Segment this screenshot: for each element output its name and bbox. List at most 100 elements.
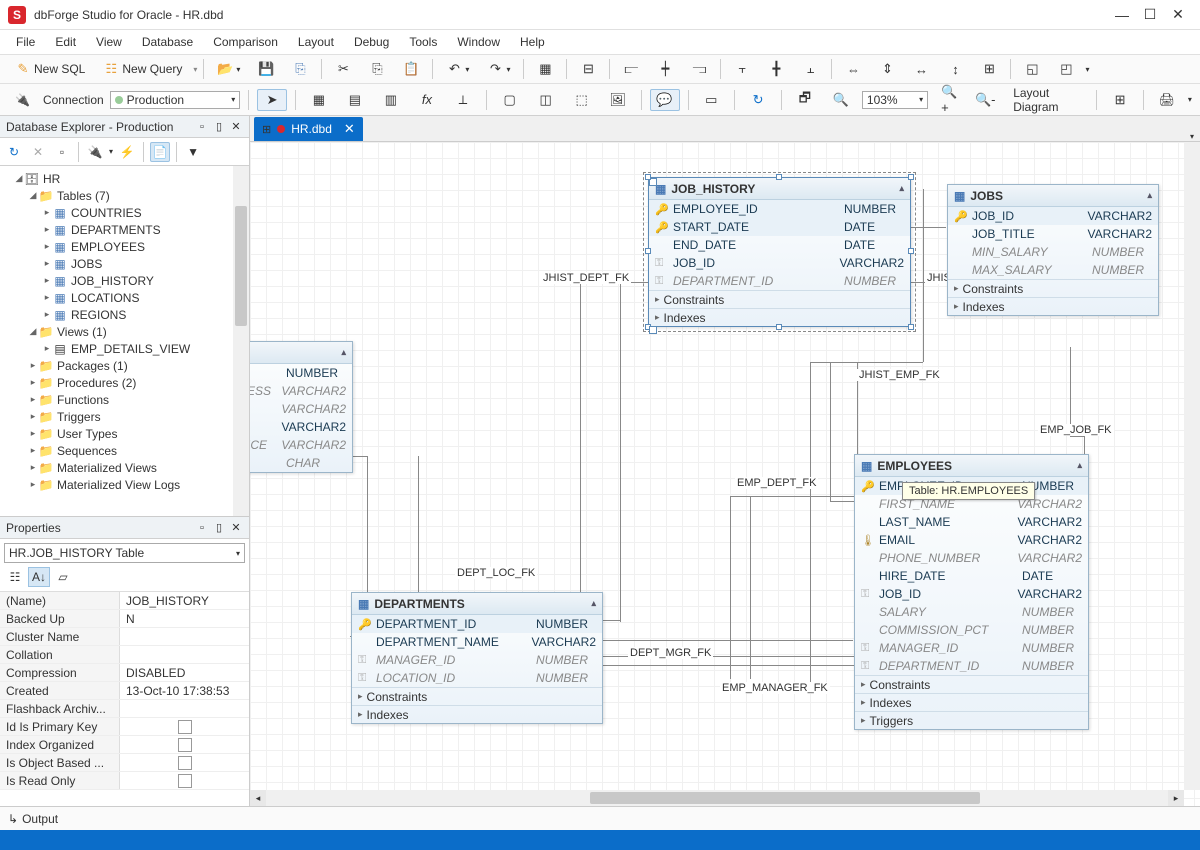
diagram-canvas[interactable]: JHIST_DEPT_FK JHIST_JOB_FK JHIST_EMP_FK … — [250, 142, 1200, 806]
output-panel[interactable]: ↳Output — [0, 806, 1200, 830]
zoom-region[interactable]: 🗗 — [790, 89, 820, 111]
entity-job-history[interactable]: ▦JOB_HISTORY▴ 🔑EMPLOYEE_IDNUMBER🔑START_D… — [648, 177, 911, 327]
copy-button[interactable]: ⎘ — [362, 58, 392, 80]
cut-button[interactable]: ✂ — [328, 58, 358, 80]
new-window-icon[interactable]: ▫ — [52, 142, 72, 162]
prop-close-icon[interactable]: ✕ — [229, 521, 243, 535]
align-1[interactable]: ⊟ — [573, 58, 603, 80]
zoom-out[interactable]: 🔍- — [970, 89, 1000, 111]
property-row[interactable]: Cluster Name — [0, 628, 249, 646]
align-center[interactable]: ┿ — [650, 58, 680, 80]
column-row[interactable]: END_DATEDATE — [649, 236, 910, 254]
column-row[interactable]: ⚿JOB_IDVARCHAR2 — [649, 254, 910, 272]
same-size[interactable]: ⊞ — [974, 58, 1004, 80]
pin-icon[interactable]: ▯ — [212, 120, 226, 134]
menu-layout[interactable]: Layout — [290, 33, 342, 51]
script-icon[interactable]: 📄 — [150, 142, 170, 162]
saveall-button[interactable]: ⎘ — [285, 58, 315, 80]
print-button[interactable]: 🖨 — [1152, 89, 1182, 111]
menu-file[interactable]: File — [8, 33, 43, 51]
tab-close-icon[interactable]: ✕ — [344, 121, 355, 137]
property-row[interactable]: Created13-Oct-10 17:38:53 — [0, 682, 249, 700]
prop-page-icon[interactable]: ▱ — [52, 567, 74, 587]
categorized-icon[interactable]: ☷ — [4, 567, 26, 587]
align-top[interactable]: ⫟ — [727, 58, 757, 80]
tab-hrdbd[interactable]: ⊞ HR.dbd ✕ — [254, 117, 363, 141]
checkbox[interactable] — [178, 774, 192, 788]
menu-comparison[interactable]: Comparison — [205, 33, 286, 51]
new-table-tool[interactable]: ▦ — [304, 89, 334, 111]
filter1-icon[interactable]: 🔌 — [85, 142, 105, 162]
refresh-button[interactable]: ↻ — [743, 89, 773, 111]
stamp-tool[interactable]: ⬚ — [567, 89, 597, 111]
column-row[interactable]: ⚿MANAGER_IDNUMBER — [352, 651, 602, 669]
column-row[interactable]: ESSVARCHAR2 — [250, 382, 352, 400]
menu-debug[interactable]: Debug — [346, 33, 397, 51]
property-row[interactable]: Index Organized — [0, 736, 249, 754]
column-row[interactable]: HIRE_DATEDATE — [855, 567, 1088, 585]
column-row[interactable]: ⚿LOCATION_IDNUMBER — [352, 669, 602, 687]
column-row[interactable]: PHONE_NUMBERVARCHAR2 — [855, 549, 1088, 567]
property-row[interactable]: (Name)JOB_HISTORY — [0, 592, 249, 610]
entity-departments[interactable]: ▦DEPARTMENTS▴ 🔑DEPARTMENT_IDNUMBERDEPART… — [351, 592, 603, 724]
note-tool[interactable]: ◫ — [531, 89, 561, 111]
column-row[interactable]: ICEVARCHAR2 — [250, 436, 352, 454]
properties-selector[interactable]: HR.JOB_HISTORY Table▾ — [4, 543, 245, 563]
prop-pin-icon[interactable]: ▯ — [212, 521, 226, 535]
align-bottom[interactable]: ⫠ — [795, 58, 825, 80]
window-pos-icon[interactable]: ▫ — [195, 120, 209, 134]
canvas-h-scrollbar[interactable]: ◂▸ — [250, 790, 1184, 806]
image-tool[interactable]: 🖼 — [603, 89, 633, 111]
send-back[interactable]: ◱ — [1017, 58, 1047, 80]
same-height[interactable]: ↕ — [940, 58, 970, 80]
align-right[interactable]: ⫎ — [684, 58, 714, 80]
refresh-tree-icon[interactable]: ↻ — [4, 142, 24, 162]
save-button[interactable]: 💾 — [251, 58, 281, 80]
menu-database[interactable]: Database — [134, 33, 201, 51]
column-row[interactable]: ⚿JOB_IDVARCHAR2 — [855, 585, 1088, 603]
entity-jobs[interactable]: ▦JOBS▴ 🔑JOB_IDVARCHAR2JOB_TITLEVARCHAR2M… — [947, 184, 1159, 316]
column-row[interactable]: SALARYNUMBER — [855, 603, 1088, 621]
property-row[interactable]: Collation — [0, 646, 249, 664]
column-row[interactable]: 🔑START_DATEDATE — [649, 218, 910, 236]
column-row[interactable]: MAX_SALARYNUMBER — [948, 261, 1158, 279]
property-row[interactable]: Id Is Primary Key — [0, 718, 249, 736]
tab-menu-icon[interactable]: ▾ — [1184, 132, 1200, 141]
column-row[interactable]: CHAR — [250, 454, 352, 472]
property-row[interactable]: Is Object Based ... — [0, 754, 249, 772]
distrib-h[interactable]: ⇔ — [838, 58, 868, 80]
column-row[interactable]: ⚿MANAGER_IDNUMBER — [855, 639, 1088, 657]
zoom-combo[interactable]: 103%▾ — [862, 91, 928, 109]
layout-diagram-button[interactable]: Layout Diagram — [1006, 83, 1088, 117]
menu-view[interactable]: View — [88, 33, 130, 51]
column-row[interactable]: DEPARTMENT_NAMEVARCHAR2 — [352, 633, 602, 651]
column-row[interactable]: NUMBER — [250, 364, 352, 382]
zoom-fit[interactable]: 🔍 — [826, 89, 856, 111]
close-button[interactable]: ✕ — [1164, 5, 1192, 25]
bring-front[interactable]: ◰ — [1051, 58, 1081, 80]
column-row[interactable]: ⚿DEPARTMENT_IDNUMBER — [649, 272, 910, 290]
checkbox[interactable] — [178, 756, 192, 770]
export-tool[interactable]: ▭ — [696, 89, 726, 111]
alphabetical-icon[interactable]: A↓ — [28, 567, 50, 587]
column-row[interactable]: ⚿DEPARTMENT_IDNUMBER — [855, 657, 1088, 675]
close-panel-icon[interactable]: ✕ — [229, 120, 243, 134]
container-tool[interactable]: ▢ — [495, 89, 525, 111]
new-proc-tool[interactable]: ▥ — [376, 89, 406, 111]
property-row[interactable]: Flashback Archiv... — [0, 700, 249, 718]
align-left[interactable]: ⫍ — [616, 58, 646, 80]
menu-tools[interactable]: Tools — [401, 33, 445, 51]
connection-combo[interactable]: Production▾ — [110, 91, 241, 109]
checkbox[interactable] — [178, 720, 192, 734]
new-sql-button[interactable]: ✎New SQL — [8, 58, 92, 80]
same-width[interactable]: ↔ — [906, 58, 936, 80]
new-view-tool[interactable]: ▤ — [340, 89, 370, 111]
column-row[interactable]: 🔑DEPARTMENT_IDNUMBER — [352, 615, 602, 633]
properties-grid[interactable]: (Name)JOB_HISTORYBacked UpNCluster NameC… — [0, 591, 249, 806]
column-row[interactable]: 🔑EMPLOYEE_IDNUMBER — [649, 200, 910, 218]
delete-icon[interactable]: ✕ — [28, 142, 48, 162]
redo-button[interactable]: ↷▾ — [480, 58, 517, 80]
undo-button[interactable]: ↶▾ — [439, 58, 476, 80]
disconnect-icon[interactable]: ⚡ — [117, 142, 137, 162]
column-row[interactable]: VARCHAR2 — [250, 418, 352, 436]
